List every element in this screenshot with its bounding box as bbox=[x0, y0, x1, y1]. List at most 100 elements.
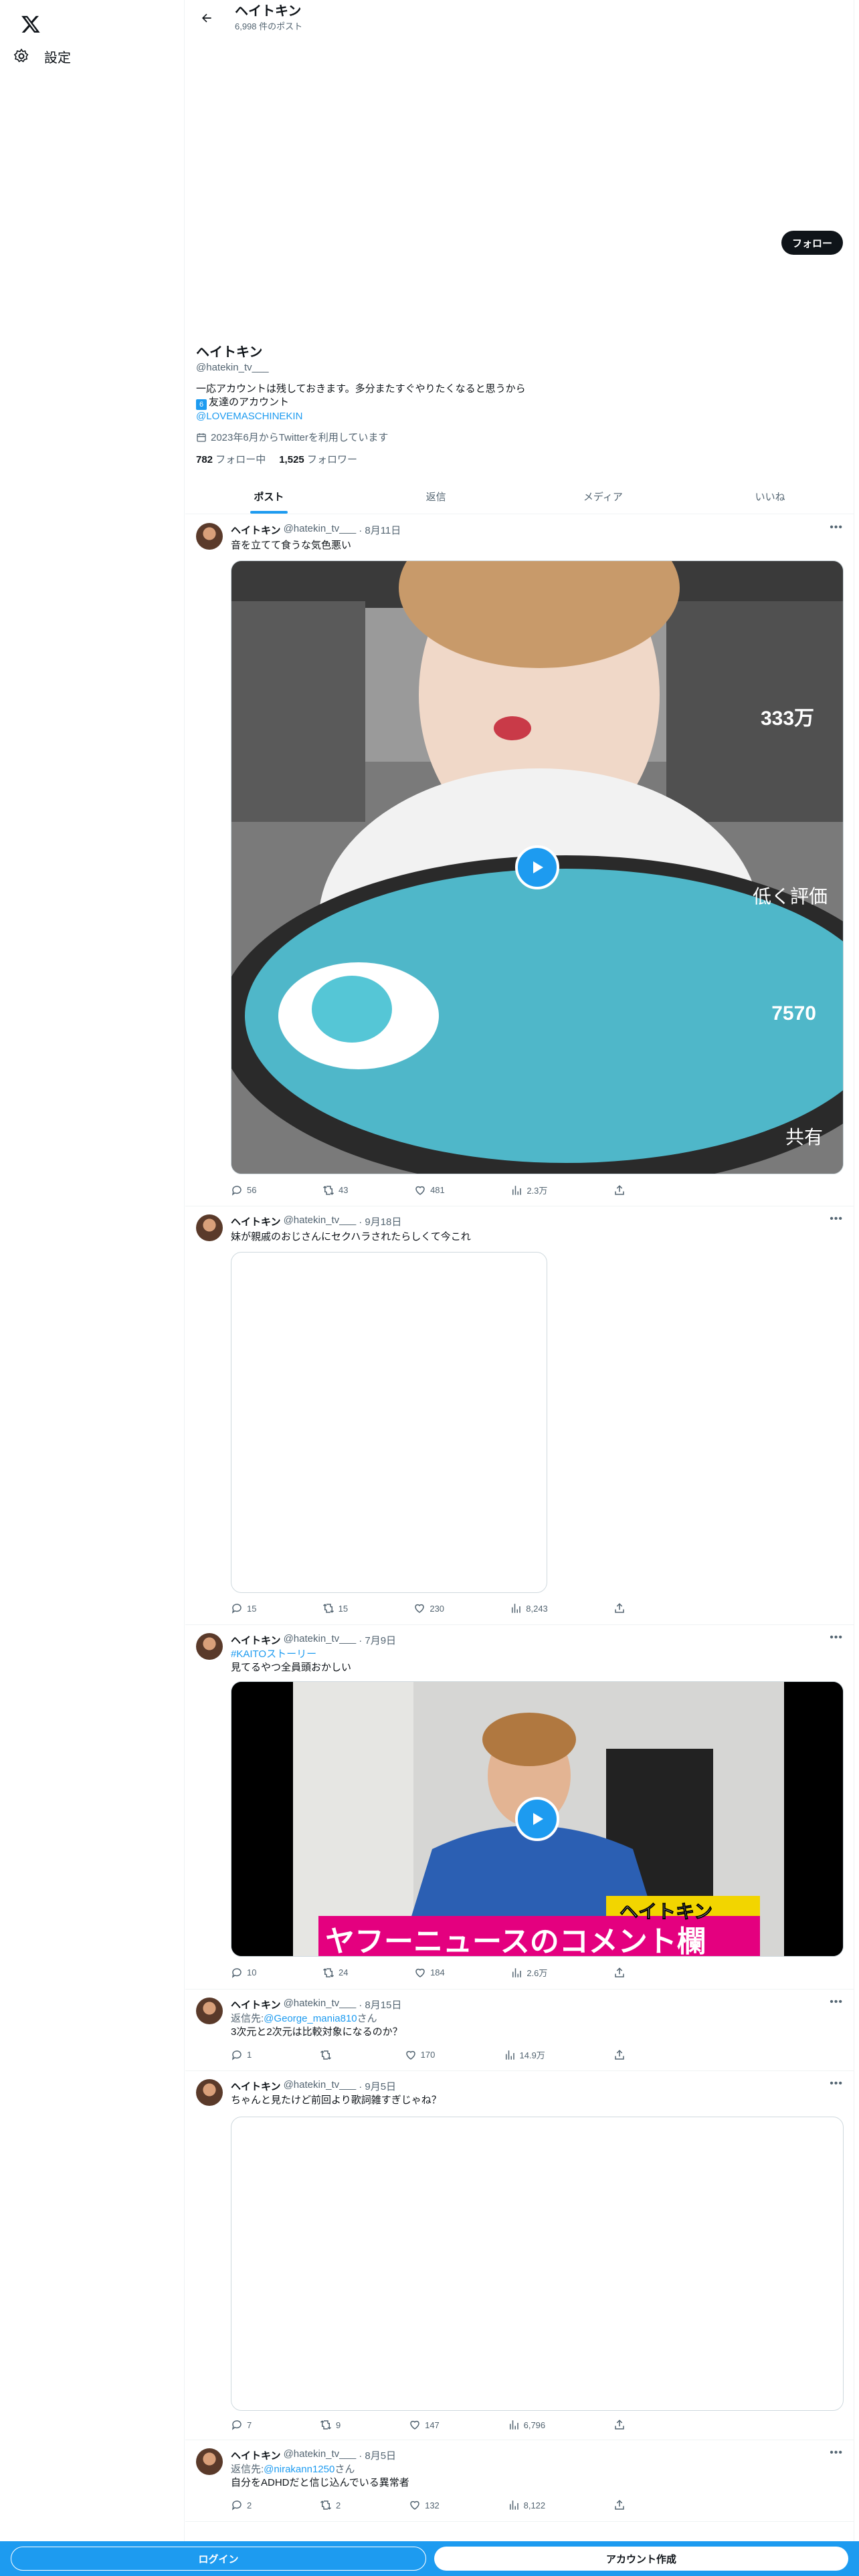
views-button[interactable]: 14.9万 bbox=[504, 2048, 545, 2061]
follow-button[interactable]: フォロー bbox=[781, 231, 843, 255]
tab-replies[interactable]: 返信 bbox=[353, 479, 520, 514]
like-button[interactable]: 170 bbox=[405, 2048, 435, 2061]
retweet-button[interactable] bbox=[320, 2048, 336, 2061]
more-icon[interactable]: ••• bbox=[830, 1632, 843, 1644]
reply-button[interactable]: 15 bbox=[231, 1602, 256, 1614]
avatar[interactable] bbox=[196, 1633, 223, 1660]
tweet-author-name[interactable]: ヘイトキン bbox=[231, 1633, 281, 1647]
share-icon bbox=[615, 2420, 624, 2430]
tab-likes[interactable]: いいね bbox=[686, 479, 854, 514]
like-button[interactable]: 481 bbox=[414, 1184, 445, 1196]
reply-context: 返信先:@George_mania810さん bbox=[231, 2013, 377, 2024]
profile-banner bbox=[185, 35, 854, 259]
retweet-icon bbox=[322, 1604, 334, 1613]
like-button[interactable]: 132 bbox=[409, 2499, 440, 2511]
share-button[interactable] bbox=[613, 2419, 626, 2431]
reply-button[interactable]: 7 bbox=[231, 2419, 252, 2431]
reply-button[interactable]: 10 bbox=[231, 1966, 256, 1979]
tweet-video[interactable]: ヘイトキン ヤフーニュースのコメント欄 bbox=[231, 1681, 844, 1957]
tweet-author-name[interactable]: ヘイトキン bbox=[231, 1998, 281, 2012]
reply-button[interactable]: 56 bbox=[231, 1184, 256, 1196]
views-button[interactable]: 8,122 bbox=[508, 2499, 545, 2511]
following-link[interactable]: 782 フォロー中 bbox=[196, 452, 266, 466]
share-button[interactable] bbox=[613, 1966, 626, 1979]
tweet[interactable]: ヘイトキン @hatekin_tv___ · 9月18日 ••• 妹が親戚のおじ… bbox=[185, 1206, 854, 1625]
tweet-author-name[interactable]: ヘイトキン bbox=[231, 523, 281, 537]
tweet-date[interactable]: · 7月9日 bbox=[359, 1633, 396, 1647]
tab-posts[interactable]: ポスト bbox=[185, 479, 353, 514]
views-icon bbox=[512, 1185, 522, 1195]
tweet-date[interactable]: · 8月5日 bbox=[359, 2448, 396, 2462]
tweet-author-name[interactable]: ヘイトキン bbox=[231, 2079, 281, 2093]
retweet-icon bbox=[320, 2500, 332, 2510]
like-button[interactable]: 230 bbox=[413, 1602, 444, 1614]
views-button[interactable]: 2.6万 bbox=[510, 1966, 547, 1979]
avatar[interactable] bbox=[196, 1998, 223, 2024]
more-icon[interactable]: ••• bbox=[830, 2078, 843, 2090]
tweet-author-handle[interactable]: @hatekin_tv___ bbox=[284, 1633, 357, 1647]
views-icon bbox=[505, 2050, 514, 2060]
views-icon bbox=[509, 2500, 518, 2510]
views-button[interactable]: 6,796 bbox=[508, 2419, 545, 2431]
play-button-icon[interactable] bbox=[515, 845, 559, 889]
more-icon[interactable]: ••• bbox=[830, 522, 843, 534]
reply-to-link[interactable]: @nirakann1250 bbox=[264, 2464, 335, 2475]
tweet-author-name[interactable]: ヘイトキン bbox=[231, 1214, 281, 1228]
tweet-media-placeholder[interactable] bbox=[231, 2117, 844, 2411]
tweet[interactable]: ヘイトキン @hatekin_tv___ · 7月9日 ••• #KAITOスト… bbox=[185, 1625, 854, 1990]
share-button[interactable] bbox=[613, 2499, 626, 2511]
share-icon bbox=[615, 1184, 624, 1195]
retweet-button[interactable]: 24 bbox=[322, 1966, 349, 1979]
x-logo-icon[interactable] bbox=[13, 7, 48, 41]
tweet-author-handle[interactable]: @hatekin_tv___ bbox=[284, 2448, 357, 2462]
tweet-video[interactable]: 333万 低く評価 7570 共有 bbox=[231, 560, 844, 1174]
more-icon[interactable]: ••• bbox=[830, 2447, 843, 2459]
tweet-author-name[interactable]: ヘイトキン bbox=[231, 2448, 281, 2462]
retweet-button[interactable]: 2 bbox=[320, 2499, 341, 2511]
tweet[interactable]: ヘイトキン @hatekin_tv___ · 8月5日 ••• 返信先:@nir… bbox=[185, 2440, 854, 2522]
share-button[interactable] bbox=[613, 2048, 626, 2061]
views-button[interactable]: 8,243 bbox=[510, 1602, 548, 1614]
share-button[interactable] bbox=[613, 1602, 626, 1614]
reply-to-link[interactable]: @George_mania810 bbox=[264, 2013, 357, 2024]
retweet-button[interactable]: 43 bbox=[322, 1184, 349, 1196]
tweet-date[interactable]: · 8月15日 bbox=[359, 1998, 401, 2012]
play-button-icon[interactable] bbox=[515, 1797, 559, 1841]
tweet-author-handle[interactable]: @hatekin_tv___ bbox=[284, 523, 357, 537]
tweet-date[interactable]: · 8月11日 bbox=[359, 523, 401, 537]
signup-button[interactable]: アカウント作成 bbox=[434, 2547, 848, 2571]
back-arrow-icon[interactable] bbox=[195, 6, 219, 30]
reply-button[interactable]: 1 bbox=[231, 2048, 252, 2061]
tweet[interactable]: ヘイトキン @hatekin_tv___ · 8月15日 ••• 返信先:@Ge… bbox=[185, 1990, 854, 2071]
more-icon[interactable]: ••• bbox=[830, 1213, 843, 1225]
heart-icon bbox=[415, 1604, 425, 1613]
tweet-header: ヘイトキン @hatekin_tv___ · 9月5日 bbox=[231, 2079, 843, 2093]
tweet[interactable]: ヘイトキン @hatekin_tv___ · 9月5日 ••• ちゃんと見たけど… bbox=[185, 2071, 854, 2440]
views-button[interactable]: 2.3万 bbox=[510, 1184, 547, 1196]
retweet-button[interactable]: 9 bbox=[320, 2419, 341, 2431]
avatar[interactable] bbox=[196, 2079, 223, 2106]
tab-media[interactable]: メディア bbox=[520, 479, 687, 514]
nav-settings[interactable]: 設定 bbox=[13, 41, 71, 71]
tweet-media-placeholder[interactable] bbox=[231, 1252, 547, 1593]
avatar[interactable] bbox=[196, 2448, 223, 2475]
login-button[interactable]: ログイン bbox=[11, 2547, 426, 2571]
avatar[interactable] bbox=[196, 1214, 223, 1241]
avatar[interactable] bbox=[196, 523, 223, 550]
like-button[interactable]: 184 bbox=[414, 1966, 445, 1979]
tweet[interactable]: ヘイトキン @hatekin_tv___ · 8月11日 ••• 音を立てて食う… bbox=[185, 515, 854, 1206]
reply-button[interactable]: 2 bbox=[231, 2499, 252, 2511]
tweet-author-handle[interactable]: @hatekin_tv___ bbox=[284, 2079, 357, 2093]
retweet-button[interactable]: 15 bbox=[322, 1602, 348, 1614]
tweet-date[interactable]: · 9月5日 bbox=[359, 2079, 396, 2093]
like-button[interactable]: 147 bbox=[409, 2419, 440, 2431]
more-icon[interactable]: ••• bbox=[830, 1996, 843, 2008]
bio-line-1: 一応アカウントは残しておきます。多分またすぐやりたくなると思うから bbox=[196, 383, 526, 395]
bio-link[interactable]: @LOVEMASCHINEKIN bbox=[196, 410, 843, 423]
tweet-author-handle[interactable]: @hatekin_tv___ bbox=[284, 1998, 357, 2012]
hashtag-link[interactable]: #KAITOストーリー bbox=[231, 1648, 843, 1661]
followers-link[interactable]: 1,525 フォロワー bbox=[279, 452, 357, 466]
tweet-author-handle[interactable]: @hatekin_tv___ bbox=[284, 1214, 357, 1228]
share-button[interactable] bbox=[613, 1184, 626, 1196]
tweet-date[interactable]: · 9月18日 bbox=[359, 1214, 401, 1228]
